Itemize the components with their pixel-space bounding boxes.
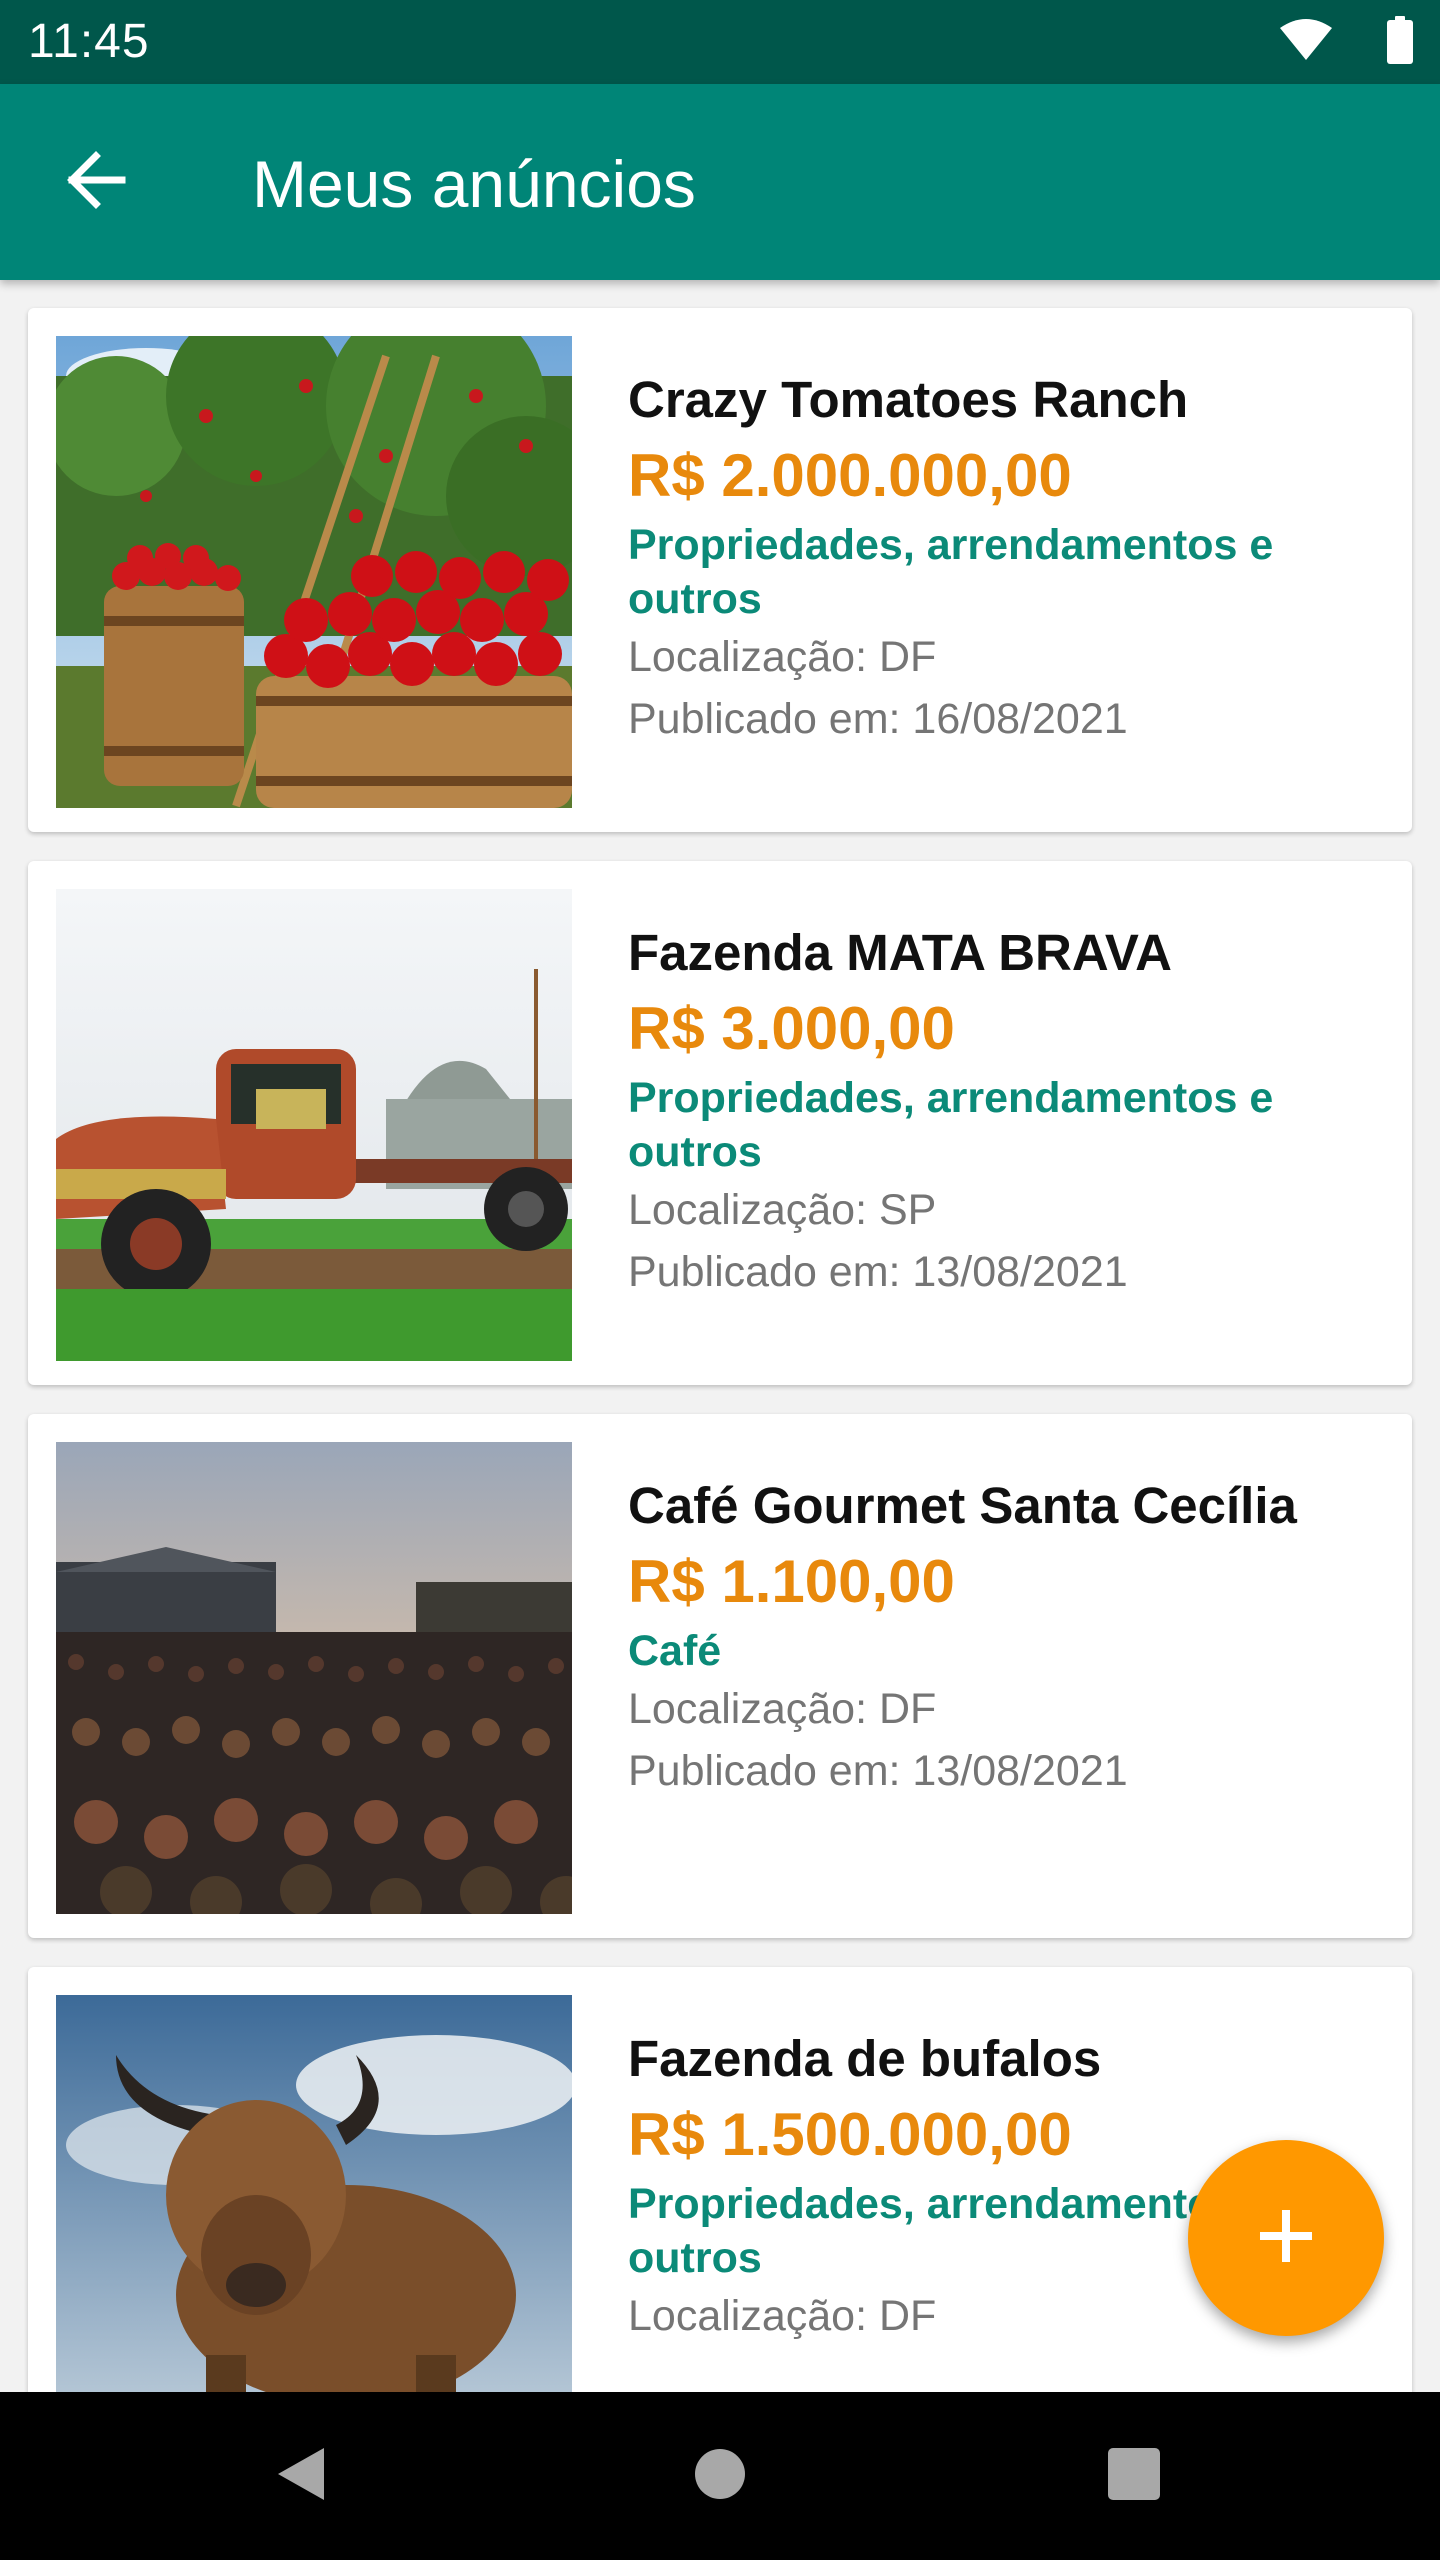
- home-circle-icon: [692, 2446, 748, 2507]
- listing-category: Propriedades, arrendamentos e outros: [628, 1074, 1274, 1176]
- listing-card[interactable]: Café Gourmet Santa Cecília R$ 1.100,00 C…: [28, 1414, 1412, 1938]
- listing-price: R$ 3.000,00: [628, 995, 955, 1062]
- nav-home-button[interactable]: [660, 2422, 780, 2530]
- listing-info: Fazenda MATA BRAVA R$ 3.000,00 Proprieda…: [628, 921, 1388, 1303]
- back-triangle-icon: [272, 2444, 328, 2509]
- status-icons: [1278, 15, 1414, 69]
- battery-icon: [1386, 15, 1414, 69]
- listing-image: [56, 1442, 572, 1914]
- listing-image: [56, 1995, 572, 2392]
- listing-price: R$ 1.100,00: [628, 1548, 955, 1615]
- listing-location: Localização: SP: [628, 1186, 937, 1234]
- listing-category: Propriedades, arrendamentos e outros: [628, 521, 1274, 623]
- wifi-icon: [1278, 18, 1334, 67]
- listing-published-date: Publicado em: 13/08/2021: [628, 1248, 1128, 1296]
- app-bar: Meus anúncios: [0, 84, 1440, 280]
- listing-title: Fazenda de bufalos: [628, 2030, 1102, 2087]
- listing-card[interactable]: Fazenda de bufalos R$ 1.500.000,00 Propr…: [28, 1967, 1412, 2392]
- listing-published-date: Publicado em: 13/08/2021: [628, 1747, 1128, 1795]
- listing-title: Café Gourmet Santa Cecília: [628, 1477, 1297, 1534]
- navigation-bar: [0, 2392, 1440, 2560]
- listing-title: Fazenda MATA BRAVA: [628, 924, 1172, 981]
- arrow-back-icon: [64, 148, 128, 217]
- listings-list: Crazy Tomatoes Ranch R$ 2.000.000,00 Pro…: [0, 280, 1440, 2392]
- listing-card[interactable]: Crazy Tomatoes Ranch R$ 2.000.000,00 Pro…: [28, 308, 1412, 832]
- listing-published-date: Publicado em: 16/08/2021: [628, 695, 1128, 743]
- plus-icon: [1258, 2208, 1314, 2269]
- nav-back-button[interactable]: [240, 2422, 360, 2530]
- listing-info: Crazy Tomatoes Ranch R$ 2.000.000,00 Pro…: [628, 368, 1388, 750]
- add-listing-button[interactable]: [1188, 2140, 1384, 2336]
- listing-location: Localização: DF: [628, 1685, 937, 1733]
- back-button[interactable]: [48, 134, 144, 230]
- listing-category: Café: [628, 1627, 722, 1675]
- page-title: Meus anúncios: [252, 147, 696, 221]
- listing-price: R$ 2.000.000,00: [628, 442, 1072, 509]
- recents-square-icon: [1106, 2446, 1162, 2507]
- screen: 11:45 Meus anúncios Crazy Tomatoes Ranch…: [0, 0, 1440, 2560]
- listing-title: Crazy Tomatoes Ranch: [628, 371, 1189, 428]
- listing-image: [56, 336, 572, 808]
- status-bar: 11:45: [0, 0, 1440, 84]
- status-time: 11:45: [28, 15, 150, 68]
- listing-card[interactable]: Fazenda MATA BRAVA R$ 3.000,00 Proprieda…: [28, 861, 1412, 1385]
- listing-location: Localização: DF: [628, 633, 937, 681]
- nav-recents-button[interactable]: [1074, 2422, 1194, 2530]
- listing-image: [56, 889, 572, 1361]
- listing-info: Café Gourmet Santa Cecília R$ 1.100,00 C…: [628, 1474, 1388, 1802]
